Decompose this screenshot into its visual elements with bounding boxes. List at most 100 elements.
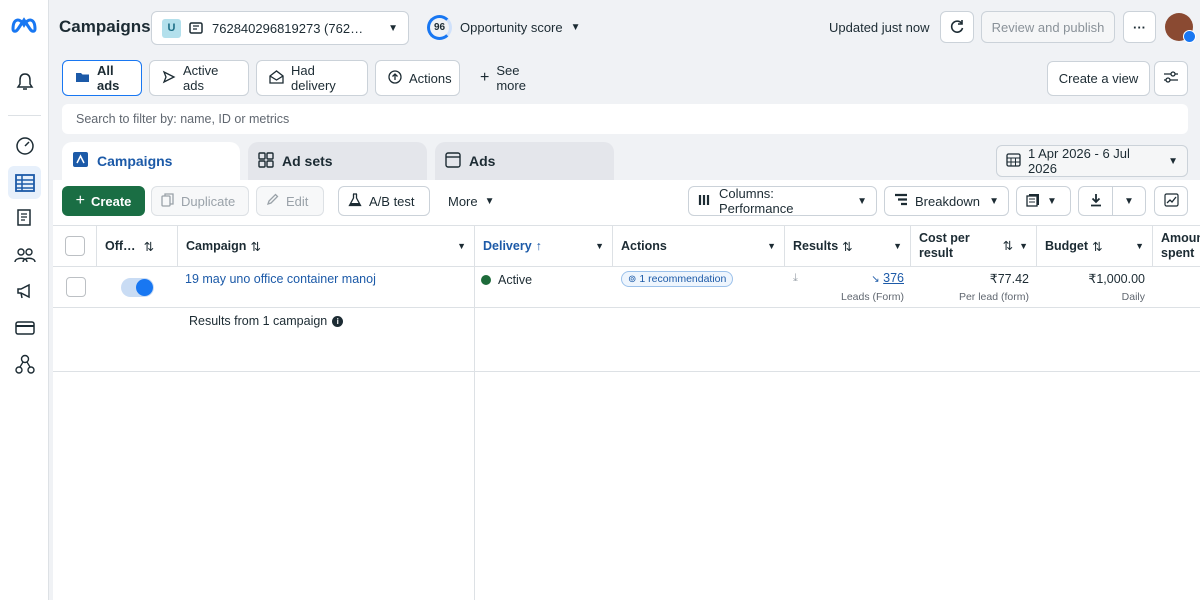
column-actions[interactable]: Actions ▼ bbox=[613, 226, 785, 266]
cost-per-result-type: Per lead (form) bbox=[958, 291, 1029, 303]
column-budget[interactable]: Budget ⇅ ▼ bbox=[1037, 226, 1153, 266]
download-small-icon[interactable]: ⤓ bbox=[793, 272, 798, 285]
updated-status: Updated just now bbox=[829, 20, 930, 35]
recommendation-icon: ⊚ bbox=[628, 273, 637, 285]
status-dot-icon bbox=[481, 275, 491, 285]
see-more-filters[interactable]: + See more bbox=[467, 60, 559, 96]
meta-logo-icon[interactable] bbox=[11, 15, 37, 35]
profile-avatar[interactable] bbox=[1165, 13, 1196, 43]
filter-active-ads-label: Active ads bbox=[183, 63, 219, 93]
sort-icon: ⇅ bbox=[143, 239, 155, 254]
columns-icon bbox=[698, 194, 712, 209]
export-options-button[interactable]: ▼ bbox=[1112, 186, 1146, 216]
bell-icon[interactable] bbox=[8, 65, 41, 98]
tab-ad-sets[interactable]: Ad sets bbox=[248, 142, 427, 180]
plus-icon: + bbox=[75, 192, 85, 209]
send-arrow-icon bbox=[162, 70, 176, 87]
create-view-button[interactable]: Create a view bbox=[1047, 61, 1150, 96]
ab-test-button[interactable]: A/B test bbox=[338, 186, 430, 216]
mail-open-icon bbox=[269, 69, 284, 87]
column-delivery[interactable]: Delivery ↑ ▼ bbox=[475, 226, 613, 266]
tab-campaigns[interactable]: Campaigns bbox=[62, 142, 240, 180]
results-summary: Results from 1 campaign i bbox=[189, 314, 344, 328]
create-button[interactable]: + Create bbox=[62, 186, 145, 216]
row-checkbox[interactable] bbox=[66, 277, 86, 297]
business-network-icon[interactable] bbox=[8, 347, 41, 380]
select-all-checkbox[interactable] bbox=[64, 236, 85, 256]
charts-button[interactable] bbox=[1154, 186, 1188, 216]
search-input[interactable]: Search to filter by: name, ID or metrics bbox=[62, 104, 1188, 134]
chevron-down-icon: ▼ bbox=[388, 22, 398, 34]
export-button[interactable] bbox=[1078, 186, 1113, 216]
results-value[interactable]: ↘ 376 bbox=[848, 271, 904, 285]
filter-all-ads[interactable]: All ads bbox=[62, 60, 142, 96]
sort-icon: ⇅ bbox=[1002, 238, 1014, 253]
refresh-button[interactable] bbox=[940, 11, 974, 43]
column-campaign-label: Campaign bbox=[186, 239, 247, 253]
duplicate-button[interactable]: Duplicate bbox=[151, 186, 249, 216]
date-range-picker[interactable]: 1 Apr 2026 - 6 Jul 2026 ▼ bbox=[996, 145, 1188, 177]
filter-actions[interactable]: Actions bbox=[375, 60, 460, 96]
chevron-down-icon: ▼ bbox=[484, 195, 495, 207]
trend-down-icon: ↘ bbox=[871, 274, 880, 285]
tab-ads[interactable]: Ads bbox=[435, 142, 614, 180]
page-title: Campaigns bbox=[59, 17, 151, 36]
campaigns-panel: + Create Duplicate Edit A/B test More ▼ … bbox=[53, 180, 1200, 600]
opportunity-score-label: Opportunity score bbox=[460, 20, 563, 35]
date-range-text: 1 Apr 2026 - 6 Jul 2026 bbox=[1028, 146, 1130, 176]
facebook-badge-icon bbox=[1183, 30, 1196, 43]
filter-settings-button[interactable] bbox=[1154, 61, 1188, 96]
breakdown-button[interactable]: Breakdown ▼ bbox=[884, 186, 1009, 216]
columns-button[interactable]: Columns: Performance ▼ bbox=[688, 186, 877, 216]
opportunity-score-ring: 96 bbox=[427, 15, 452, 40]
more-options-button[interactable]: ··· bbox=[1123, 11, 1156, 43]
column-cost-per-result[interactable]: Cost per result ⇅ ▼ bbox=[911, 226, 1037, 266]
circle-arrow-up-icon bbox=[388, 69, 402, 87]
recommendation-badge[interactable]: ⊚ 1 recommendation bbox=[621, 271, 734, 287]
filter-all-ads-label: All ads bbox=[97, 63, 120, 93]
table-row[interactable]: 19 may uno office container manoj Active… bbox=[53, 267, 1200, 308]
chevron-down-icon: ▼ bbox=[893, 241, 902, 251]
megaphone-icon[interactable] bbox=[8, 274, 41, 307]
audience-people-icon[interactable] bbox=[8, 238, 41, 271]
chevron-down-icon: ▼ bbox=[1019, 240, 1028, 251]
pages-icon[interactable] bbox=[8, 201, 41, 234]
campaign-name-link[interactable]: 19 may uno office container manoj bbox=[185, 272, 376, 286]
account-card-icon bbox=[189, 22, 204, 34]
grid-icon bbox=[258, 151, 274, 171]
dashboard-gauge-icon[interactable] bbox=[8, 129, 41, 162]
campaign-toggle[interactable] bbox=[121, 278, 154, 297]
ad-account-selector[interactable]: U 762840296819273 (762… ▼ bbox=[151, 11, 409, 45]
chevron-down-icon: ▼ bbox=[857, 195, 867, 207]
duplicate-label: Duplicate bbox=[181, 193, 236, 209]
info-icon[interactable]: i bbox=[332, 315, 344, 327]
edit-button[interactable]: Edit bbox=[256, 186, 324, 216]
chevron-down-icon: ▼ bbox=[595, 241, 604, 251]
results-summary-label: Results from 1 campaign bbox=[189, 314, 328, 328]
review-publish-button[interactable]: Review and publish bbox=[981, 11, 1115, 43]
results-number: 376 bbox=[883, 271, 904, 285]
column-results[interactable]: Results ⇅ ▼ bbox=[785, 226, 911, 266]
column-delivery-label: Delivery bbox=[483, 239, 532, 253]
sort-icon: ⇅ bbox=[250, 239, 261, 254]
more-label: More bbox=[448, 193, 478, 209]
opportunity-score[interactable]: 96 Opportunity score ▼ bbox=[427, 15, 581, 40]
plus-icon: + bbox=[480, 69, 490, 86]
breakdown-icon bbox=[894, 193, 908, 209]
filter-active-ads[interactable]: Active ads bbox=[149, 60, 249, 96]
columns-label: Columns: Performance bbox=[719, 186, 794, 216]
more-actions-button[interactable]: More ▼ bbox=[438, 186, 508, 216]
column-off-on[interactable]: Off… ⇅ bbox=[97, 226, 178, 266]
calendar-icon bbox=[1006, 152, 1021, 170]
filter-actions-label: Actions bbox=[409, 70, 452, 86]
column-actions-label: Actions bbox=[621, 239, 667, 253]
delivery-status: Active bbox=[481, 273, 532, 287]
campaigns-table-icon[interactable] bbox=[8, 166, 41, 199]
filter-had-delivery[interactable]: Had delivery bbox=[256, 60, 368, 96]
tab-ads-label: Ads bbox=[469, 153, 496, 169]
billing-card-icon[interactable] bbox=[8, 311, 41, 344]
column-campaign[interactable]: Campaign ⇅ ▼ bbox=[178, 226, 475, 266]
summary-divider bbox=[53, 371, 1200, 372]
reports-button[interactable]: ▼ bbox=[1016, 186, 1071, 216]
column-amount-spent[interactable]: Amoun spent bbox=[1153, 226, 1200, 266]
